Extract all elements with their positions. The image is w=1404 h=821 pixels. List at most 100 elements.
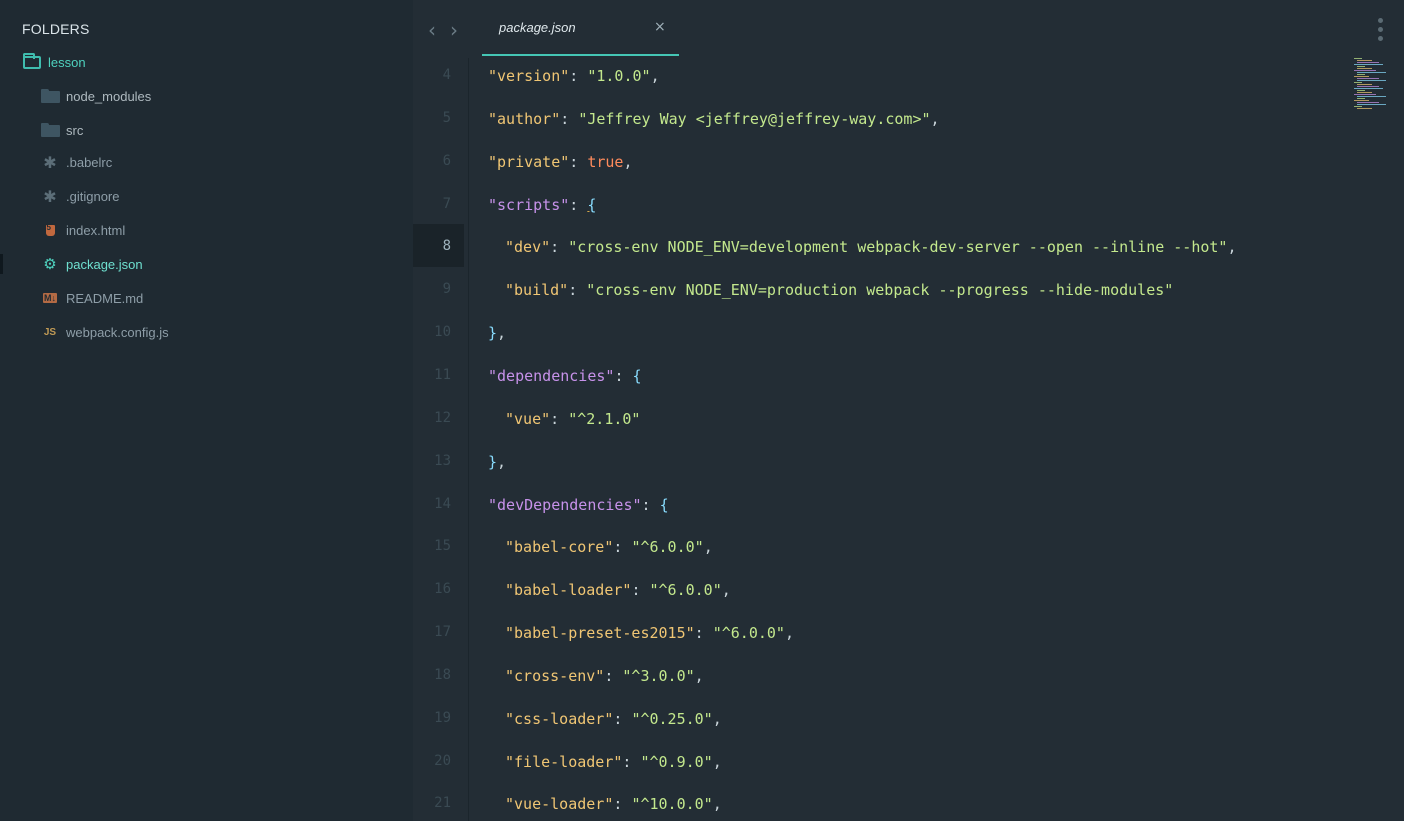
folder-icon <box>40 88 60 104</box>
code-line: "dev": "cross-env NODE_ENV=development w… <box>505 238 1237 256</box>
colon: : <box>560 109 579 128</box>
json-key: "private" <box>488 152 570 171</box>
line-number: 13 <box>434 452 451 469</box>
tree-file-webpack-config[interactable]: JS webpack.config.js <box>40 320 169 344</box>
json-key: "cross-env" <box>505 666 605 685</box>
colon: : <box>631 581 650 600</box>
json-key: "dependencies" <box>488 366 615 385</box>
minimap-line <box>1354 100 1369 101</box>
json-key: "devDependencies" <box>488 495 642 514</box>
line-number: 20 <box>434 752 451 769</box>
html5-icon <box>40 222 60 238</box>
line-number: 8 <box>442 238 451 255</box>
json-key: "scripts" <box>488 195 570 214</box>
colon: : <box>613 795 632 814</box>
chevron-left-icon[interactable]: ‹ <box>428 18 436 42</box>
colon: : <box>614 366 633 385</box>
close-icon[interactable]: × <box>654 19 666 35</box>
line-number: 15 <box>434 538 451 555</box>
json-key: "build" <box>505 281 569 300</box>
tree-file-index-html[interactable]: index.html <box>40 218 125 242</box>
colon: : <box>550 409 569 428</box>
active-file-marker <box>0 254 3 274</box>
minimap-line <box>1357 96 1386 97</box>
json-key: "version" <box>488 67 570 85</box>
javascript-icon: JS <box>43 326 57 338</box>
comma: , <box>650 67 660 85</box>
code-line: "vue": "^2.1.0" <box>505 410 640 428</box>
tree-file-readme[interactable]: M↓ README.md <box>40 286 143 310</box>
tree-item-label: .gitignore <box>66 188 120 204</box>
line-number: 11 <box>434 366 451 383</box>
tree-file-babelrc[interactable]: ✱ .babelrc <box>40 150 112 174</box>
minimap-line <box>1357 98 1365 99</box>
folder-icon <box>40 122 60 138</box>
line-number-gutter: 4 5 6 7 8 9 10 11 12 13 14 15 16 17 18 19 20 21 <box>413 58 469 821</box>
comma: , <box>712 752 722 771</box>
code-line: "author": "Jeffrey Way <jeffrey@jeffrey-… <box>488 110 940 128</box>
colon: : <box>550 238 569 257</box>
tree-file-package-json[interactable]: ⚙ package.json <box>40 252 142 276</box>
tree-folder-lesson[interactable]: lesson <box>22 50 86 74</box>
tree-item-label: src <box>66 122 84 138</box>
tree-folder-src[interactable]: src <box>40 118 83 142</box>
comma: , <box>497 324 507 343</box>
json-value: "^2.1.0" <box>568 409 641 428</box>
tab-label: package.json <box>499 20 576 35</box>
line-number: 14 <box>434 495 451 512</box>
code-line: "private": true, <box>488 153 633 171</box>
code-line: "devDependencies": { <box>488 496 669 514</box>
minimap-line <box>1357 66 1365 67</box>
folders-title: FOLDERS <box>22 21 90 37</box>
code-line: "css-loader": "^0.25.0", <box>505 710 722 728</box>
comma: , <box>712 709 722 728</box>
sidebar: FOLDERS lesson node_modules src ✱ .babel… <box>0 0 413 821</box>
colon: : <box>694 624 713 643</box>
minimap-line <box>1357 74 1365 75</box>
colon: : <box>569 67 588 85</box>
minimap-line <box>1357 62 1379 63</box>
chevron-right-icon[interactable]: › <box>450 18 458 42</box>
comma: , <box>721 581 731 600</box>
minimap-line <box>1357 86 1379 87</box>
minimap-line <box>1357 80 1386 81</box>
comma: , <box>497 452 507 471</box>
tree-item-label: lesson <box>48 54 86 70</box>
line-number: 19 <box>434 709 451 726</box>
code-line: }, <box>488 324 506 342</box>
minimap-line <box>1357 68 1372 69</box>
comma: , <box>703 538 713 557</box>
code-editor[interactable]: "version": "1.0.0", "author": "Jeffrey Wa… <box>488 58 1348 821</box>
minimap-line <box>1357 108 1372 109</box>
json-value: "1.0.0" <box>587 67 651 85</box>
json-key: "author" <box>488 109 561 128</box>
code-line: "version": "1.0.0", <box>488 67 660 85</box>
minimap-line <box>1354 64 1383 65</box>
active-tab-indicator <box>482 54 679 56</box>
minimap[interactable] <box>1354 58 1394 118</box>
minimap-line <box>1357 84 1372 85</box>
more-options-icon[interactable] <box>1378 18 1384 41</box>
tree-item-label: README.md <box>66 290 144 306</box>
json-value: { <box>587 195 597 214</box>
minimap-line <box>1354 106 1362 107</box>
tree-item-label: node_modules <box>66 88 152 104</box>
colon: : <box>613 709 632 728</box>
tab-package-json[interactable]: package.json × <box>482 0 679 58</box>
json-key: "babel-core" <box>505 538 614 557</box>
colon: : <box>568 281 587 300</box>
tree-folder-node-modules[interactable]: node_modules <box>40 84 151 108</box>
line-number: 5 <box>442 109 451 126</box>
gear-icon: ⚙ <box>43 255 57 273</box>
json-key: "vue" <box>505 409 551 428</box>
colon: : <box>569 152 588 171</box>
tree-item-label: .babelrc <box>66 154 113 170</box>
colon: : <box>604 666 623 685</box>
code-line: "scripts": { <box>488 196 596 214</box>
json-value: "Jeffrey Way <jeffrey@jeffrey-way.com>" <box>578 109 931 128</box>
line-number: 9 <box>442 281 451 298</box>
tree-file-gitignore[interactable]: ✱ .gitignore <box>40 184 119 208</box>
comma: , <box>1227 238 1237 257</box>
minimap-line <box>1357 60 1372 61</box>
minimap-line <box>1354 70 1376 71</box>
